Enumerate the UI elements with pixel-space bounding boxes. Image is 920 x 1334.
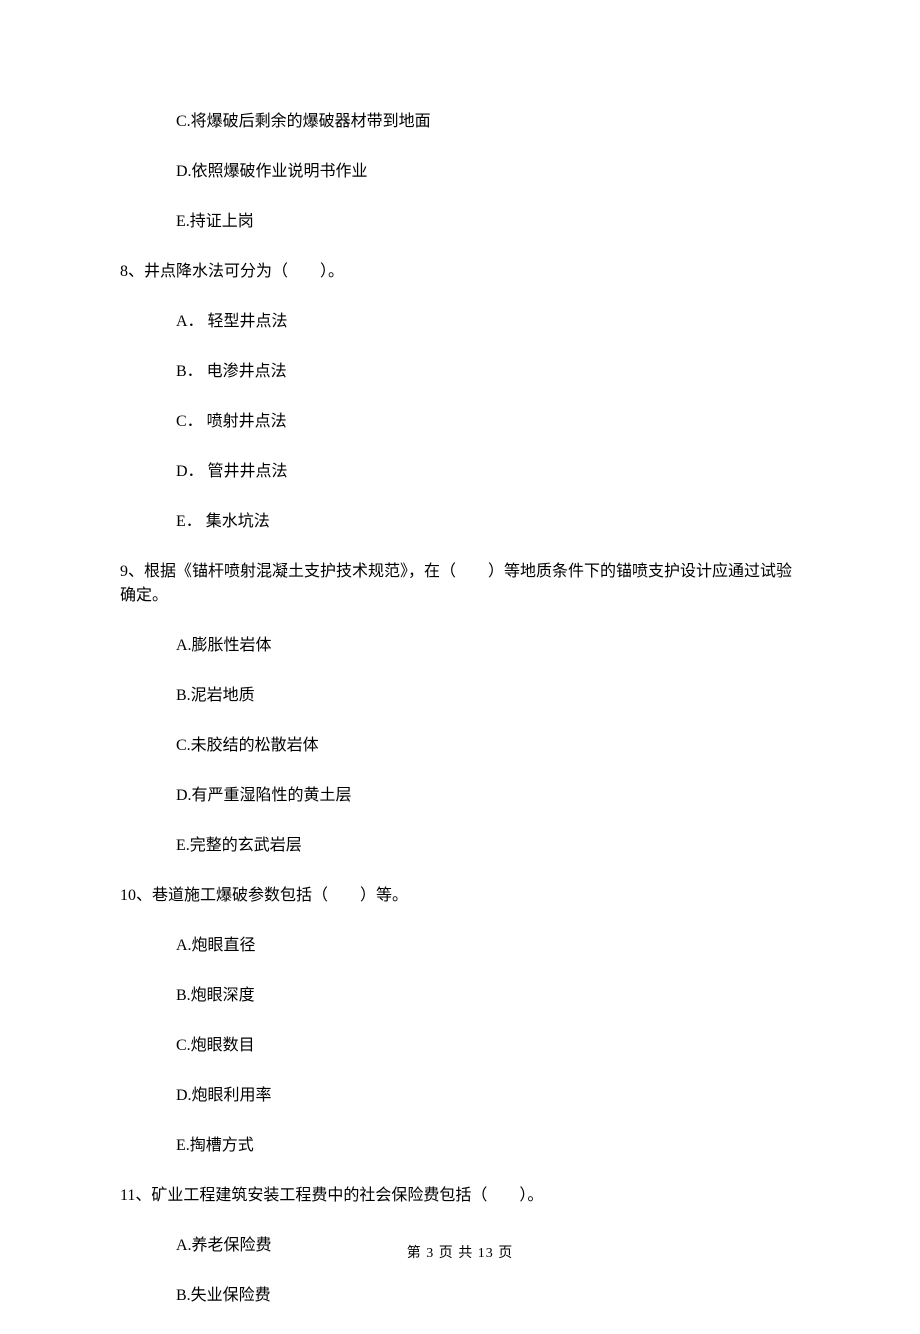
question-8-option-b: B． 电渗井点法: [120, 360, 800, 384]
question-9-option-c: C.未胶结的松散岩体: [120, 734, 800, 758]
question-8-option-a: A． 轻型井点法: [120, 310, 800, 334]
question-10-option-d: D.炮眼利用率: [120, 1084, 800, 1108]
question-11-option-b: B.失业保险费: [120, 1284, 800, 1308]
page-container: C.将爆破后剩余的爆破器材带到地面 D.依照爆破作业说明书作业 E.持证上岗 8…: [0, 0, 920, 1308]
page-footer: 第 3 页 共 13 页: [0, 1243, 920, 1264]
question-10-option-b: B.炮眼深度: [120, 984, 800, 1008]
question-9-option-e: E.完整的玄武岩层: [120, 834, 800, 858]
question-8: 8、井点降水法可分为（ ）。: [120, 260, 800, 284]
question-9-option-b: B.泥岩地质: [120, 684, 800, 708]
question-8-option-c: C． 喷射井点法: [120, 410, 800, 434]
question-10-option-c: C.炮眼数目: [120, 1034, 800, 1058]
question-11: 11、矿业工程建筑安装工程费中的社会保险费包括（ ）。: [120, 1184, 800, 1208]
question-10: 10、巷道施工爆破参数包括（ ）等。: [120, 884, 800, 908]
prior-question-option-c: C.将爆破后剩余的爆破器材带到地面: [120, 110, 800, 134]
prior-question-option-e: E.持证上岗: [120, 210, 800, 234]
question-10-option-a: A.炮眼直径: [120, 934, 800, 958]
prior-question-option-d: D.依照爆破作业说明书作业: [120, 160, 800, 184]
question-10-option-e: E.掏槽方式: [120, 1134, 800, 1158]
question-8-option-d: D． 管井井点法: [120, 460, 800, 484]
question-9: 9、根据《锚杆喷射混凝土支护技术规范》，在（ ）等地质条件下的锚喷支护设计应通过…: [120, 560, 800, 608]
question-9-option-a: A.膨胀性岩体: [120, 634, 800, 658]
question-9-option-d: D.有严重湿陷性的黄土层: [120, 784, 800, 808]
question-8-option-e: E． 集水坑法: [120, 510, 800, 534]
